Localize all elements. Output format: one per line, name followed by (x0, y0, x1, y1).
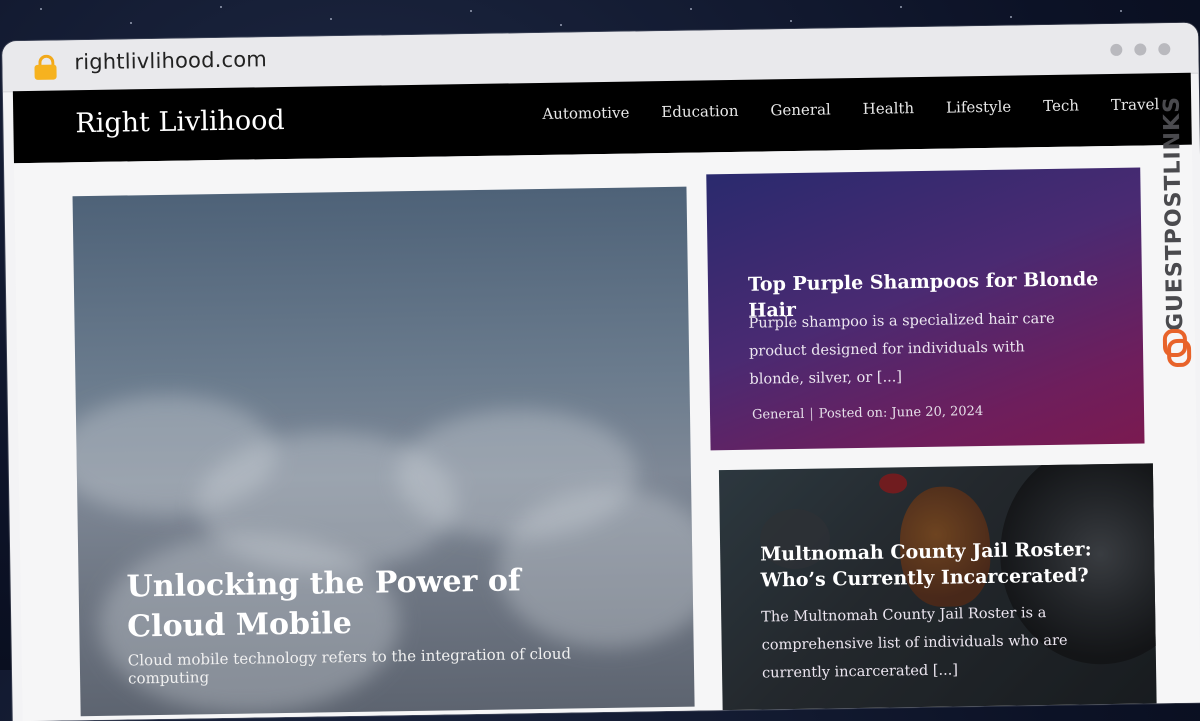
post-category[interactable]: General (752, 407, 805, 423)
post-card[interactable]: Multnomah County Jail Roster: Who’s Curr… (718, 463, 1157, 721)
nav-item-lifestyle[interactable]: Lifestyle (946, 98, 1011, 117)
main-content: Unlocking the Power of Cloud Mobile Clou… (13, 144, 1200, 721)
nav-item-automotive[interactable]: Automotive (542, 104, 629, 123)
watermark-text: GUESTPOSTLINKS (1159, 95, 1189, 332)
window-dot-icon[interactable] (1110, 43, 1123, 56)
post-meta: General | Posted on: June 20, 2024 (752, 404, 983, 423)
hero-post-title[interactable]: Unlocking the Power of Cloud Mobile (126, 560, 597, 647)
nav-item-tech[interactable]: Tech (1043, 96, 1079, 115)
browser-window: rightlivlihood.com Right Livlihood Autom… (2, 22, 1200, 721)
site-title[interactable]: Right Livlihood (75, 105, 285, 139)
post-date: Posted on: June 20, 2024 (818, 404, 984, 422)
meta-divider: | (809, 406, 814, 422)
lock-icon (34, 54, 57, 80)
post-excerpt: The Multnomah County Jail Roster is a co… (761, 605, 1068, 682)
link-icon (1162, 328, 1192, 368)
nav-item-travel[interactable]: Travel (1111, 95, 1160, 114)
nav-item-education[interactable]: Education (661, 102, 738, 121)
post-card[interactable]: Top Purple Shampoos for Blonde Hair Purp… (706, 167, 1145, 451)
address-bar-url[interactable]: rightlivlihood.com (74, 47, 267, 74)
main-nav: Automotive Education General Health Life… (542, 95, 1159, 123)
nav-item-general[interactable]: General (770, 100, 831, 119)
post-title[interactable]: Multnomah County Jail Roster: Who’s Curr… (760, 536, 1121, 594)
hero-post-card[interactable]: Unlocking the Power of Cloud Mobile Clou… (72, 186, 695, 717)
nav-item-health[interactable]: Health (863, 99, 915, 118)
guestpostlinks-watermark: GUESTPOSTLINKS (1155, 81, 1196, 382)
window-dot-icon[interactable] (1134, 43, 1147, 56)
window-controls (1110, 43, 1171, 56)
hero-post-excerpt: Cloud mobile technology refers to the in… (127, 644, 572, 688)
window-dot-icon[interactable] (1158, 43, 1171, 56)
post-excerpt: Purple shampoo is a specialized hair car… (748, 310, 1055, 388)
